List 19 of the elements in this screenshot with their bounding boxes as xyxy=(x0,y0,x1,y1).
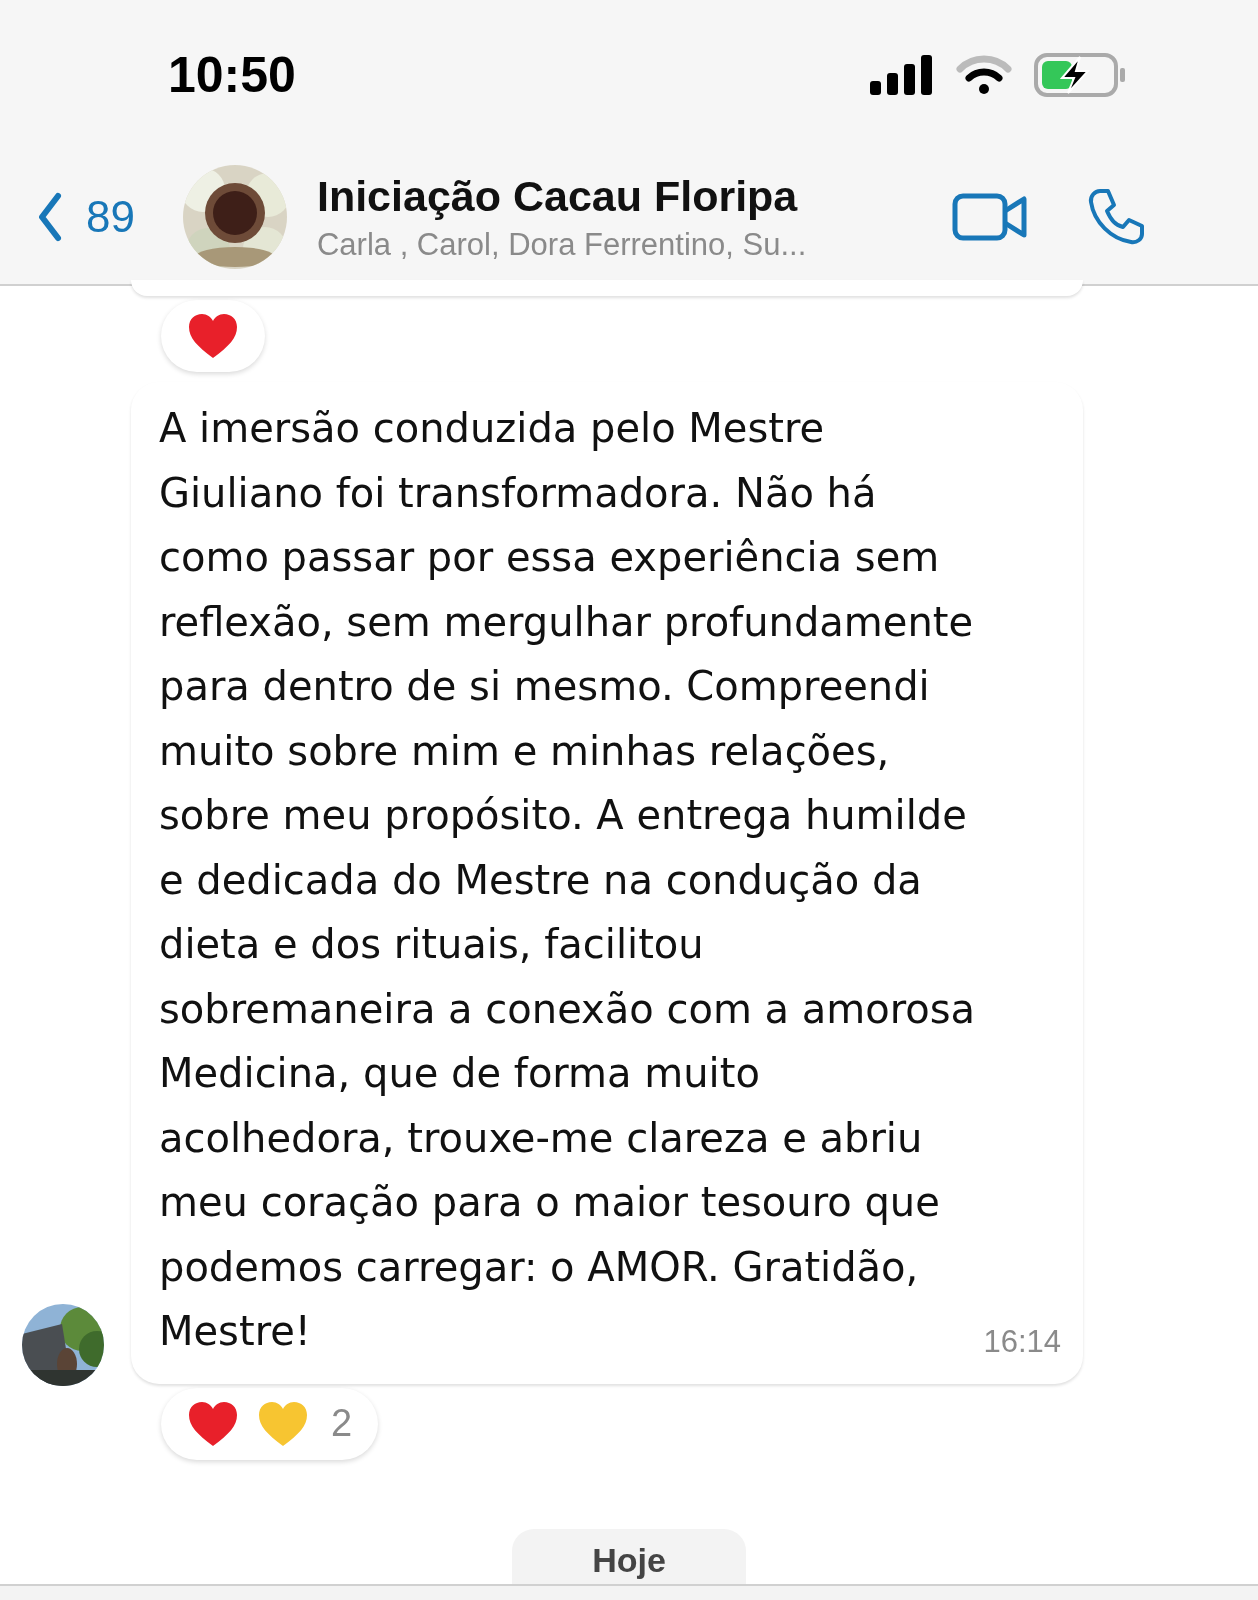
wifi-icon xyxy=(956,55,1012,95)
date-label: Hoje xyxy=(512,1529,746,1584)
video-camera-icon xyxy=(952,191,1028,243)
reaction-pill[interactable] xyxy=(161,300,265,372)
video-call-button[interactable] xyxy=(952,191,1028,243)
unread-count: 89 xyxy=(86,192,135,242)
message-text: A imersão conduzida pelo Mestre Giuliano foi transformadora. Não há como passar por essa experiência sem reflexão, sem mergulhar profundamente para dentro de si mesmo. Compreendi muito sobre mim e minhas relações, sobre meu propósito. A entrega humilde e dedicada do Mestre na condução da dieta e dos rituais, facilitou sobremaneira a conexão com a amorosa Medicina, que de forma muito acolhedora, trouxe-me clareza e abriu meu coração para o maior tesouro que podemos carregar: o AMOR. Gratidão, Mestre! xyxy=(159,404,976,1356)
reaction-pill[interactable]: 2 xyxy=(161,1387,379,1460)
clock-time: 10:50 xyxy=(168,46,296,104)
battery-icon xyxy=(1034,53,1126,97)
chat-members: Carla , Carol, Dora Ferrentino, Su... xyxy=(316,226,808,263)
reaction-count: 2 xyxy=(331,1402,353,1445)
chat-title: Iniciação Cacau Floripa xyxy=(316,171,799,221)
back-button[interactable]: 89 xyxy=(38,192,135,242)
signal-icon xyxy=(870,55,934,95)
phone-icon xyxy=(1086,187,1146,247)
call-button[interactable] xyxy=(1086,187,1146,247)
chevron-left-icon xyxy=(38,192,62,242)
message-time: 16:14 xyxy=(983,1323,1061,1360)
